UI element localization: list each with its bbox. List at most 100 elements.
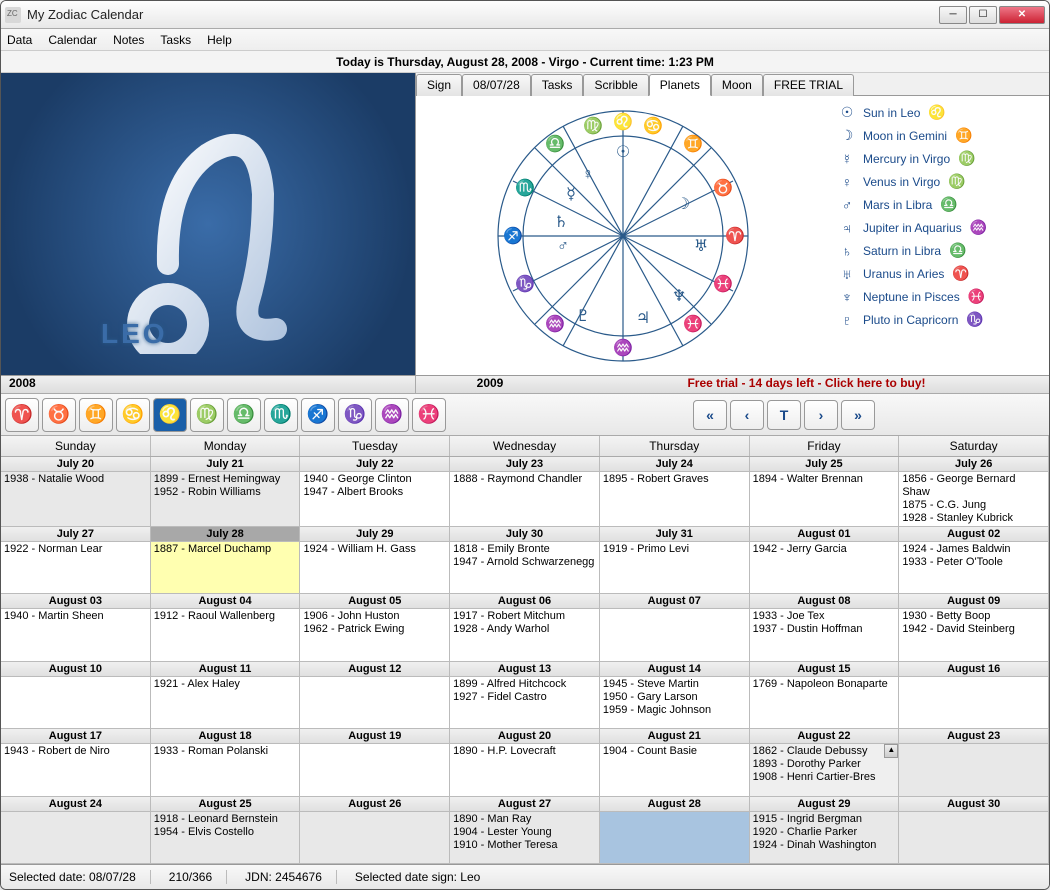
day-cell[interactable]: August 011942 - Jerry Garcia [750,527,900,594]
event-item: 1921 - Alex Haley [154,678,297,691]
day-cell[interactable]: August 271890 - Man Ray1904 - Lester You… [450,797,600,864]
day-cell[interactable]: August 26 [300,797,450,864]
day-cell[interactable]: August 28 [600,797,750,864]
year-left[interactable]: 2008 [1,376,416,393]
day-cell[interactable]: August 07 [600,594,750,661]
day-cell[interactable]: August 201890 - H.P. Lovecraft [450,729,600,796]
day-cell[interactable]: July 291924 - William H. Gass [300,527,450,594]
zodiac-button-7[interactable]: ♏ [264,398,298,432]
menu-notes[interactable]: Notes [113,33,144,47]
day-cell[interactable]: August 131899 - Alfred Hitchcock1927 - F… [450,662,600,729]
day-cell[interactable]: August 091930 - Betty Boop1942 - David S… [899,594,1049,661]
planet-row: ♄Saturn in Libra♎ [839,242,1039,259]
day-cell[interactable]: July 211899 - Ernest Hemingway1952 - Rob… [151,457,301,527]
tab-080728[interactable]: 08/07/28 [462,74,531,96]
day-cell[interactable]: August 151769 - Napoleon Bonaparte [750,662,900,729]
day-cell[interactable]: August 12 [300,662,450,729]
zodiac-button-10[interactable]: ♒ [375,398,409,432]
menu-data[interactable]: Data [7,33,32,47]
year-right[interactable]: 2009 [416,376,564,393]
day-cell[interactable]: August 051906 - John Huston1962 - Patric… [300,594,450,661]
day-header: Friday [750,436,900,456]
zodiac-button-4[interactable]: ♌ [153,398,187,432]
menu-calendar[interactable]: Calendar [48,33,97,47]
nav-today-button[interactable]: T [767,400,801,430]
event-item: 1890 - Man Ray [453,813,596,826]
events: 1917 - Robert Mitchum1928 - Andy Warhol [450,609,599,660]
day-cell[interactable]: August 061917 - Robert Mitchum1928 - And… [450,594,600,661]
zodiac-button-9[interactable]: ♑ [338,398,372,432]
tab-scribble[interactable]: Scribble [583,74,648,96]
day-cell[interactable]: August 021924 - James Baldwin1933 - Pete… [899,527,1049,594]
day-cell[interactable]: August 291915 - Ingrid Bergman1920 - Cha… [750,797,900,864]
tab-freetrial[interactable]: FREE TRIAL [763,74,854,96]
day-cell[interactable]: July 201938 - Natalie Wood [1,457,151,527]
svg-text:♒: ♒ [545,314,565,333]
status-day-of-year: 210/366 [169,870,227,884]
nav-last-button[interactable]: » [841,400,875,430]
scroll-up-icon[interactable]: ▲ [884,744,898,758]
tab-sign[interactable]: Sign [416,74,462,96]
day-cell[interactable]: August 19 [300,729,450,796]
day-cell[interactable]: July 231888 - Raymond Chandler [450,457,600,527]
calendar-grid: July 201938 - Natalie WoodJuly 211899 - … [1,457,1049,865]
nav-next-button[interactable]: › [804,400,838,430]
day-cell[interactable]: August 10 [1,662,151,729]
zodiac-button-5[interactable]: ♍ [190,398,224,432]
events: 1930 - Betty Boop1942 - David Steinberg [899,609,1048,660]
event-item: 1937 - Dustin Hoffman [753,623,896,636]
day-cell[interactable]: August 16 [899,662,1049,729]
day-cell[interactable]: August 041912 - Raoul Wallenberg [151,594,301,661]
titlebar[interactable]: My Zodiac Calendar ─ ☐ ✕ [1,1,1049,29]
zodiac-button-0[interactable]: ♈ [5,398,39,432]
day-cell[interactable]: August 221862 - Claude Debussy1893 - Dor… [750,729,900,796]
zodiac-button-11[interactable]: ♓ [412,398,446,432]
day-cell[interactable]: July 261856 - George Bernard Shaw1875 - … [899,457,1049,527]
zodiac-button-3[interactable]: ♋ [116,398,150,432]
day-cell[interactable]: July 221940 - George Clinton1947 - Alber… [300,457,450,527]
events: 1818 - Emily Bronte1947 - Arnold Schwarz… [450,542,599,593]
zodiac-button-8[interactable]: ♐ [301,398,335,432]
event-item: 1917 - Robert Mitchum [453,610,596,623]
zodiac-button-6[interactable]: ♎ [227,398,261,432]
close-button[interactable]: ✕ [999,6,1045,24]
date-title: August 25 [151,797,300,812]
day-cell[interactable]: August 171943 - Robert de Niro [1,729,151,796]
nav-first-button[interactable]: « [693,400,727,430]
day-cell[interactable]: July 281887 - Marcel Duchamp [151,527,301,594]
zodiac-button-2[interactable]: ♊ [79,398,113,432]
day-cell[interactable]: August 031940 - Martin Sheen [1,594,151,661]
day-cell[interactable]: July 251894 - Walter Brennan [750,457,900,527]
menu-help[interactable]: Help [207,33,232,47]
events: 1921 - Alex Haley [151,677,300,728]
day-cell[interactable]: August 30 [899,797,1049,864]
day-cell[interactable]: July 301818 - Emily Bronte1947 - Arnold … [450,527,600,594]
zodiac-button-1[interactable]: ♉ [42,398,76,432]
minimize-button[interactable]: ─ [939,6,967,24]
tab-moon[interactable]: Moon [711,74,763,96]
day-cell[interactable]: August 111921 - Alex Haley [151,662,301,729]
today-bar: Today is Thursday, August 28, 2008 - Vir… [1,51,1049,73]
day-cell[interactable]: August 181933 - Roman Polanski [151,729,301,796]
day-cell[interactable]: August 23 [899,729,1049,796]
event-item: 1893 - Dorothy Parker [753,758,896,771]
menu-tasks[interactable]: Tasks [160,33,191,47]
trial-link[interactable]: Free trial - 14 days left - Click here t… [564,376,1049,393]
planet-row: ☉Sun in Leo♌ [839,104,1039,121]
day-cell[interactable]: August 081933 - Joe Tex1937 - Dustin Hof… [750,594,900,661]
day-cell[interactable]: August 251918 - Leonard Bernstein1954 - … [151,797,301,864]
day-cell[interactable]: July 311919 - Primo Levi [600,527,750,594]
tab-tasks[interactable]: Tasks [531,74,584,96]
svg-text:♈: ♈ [725,226,745,245]
day-cell[interactable]: July 271922 - Norman Lear [1,527,151,594]
day-cell[interactable]: August 141945 - Steve Martin1950 - Gary … [600,662,750,729]
date-title: August 14 [600,662,749,677]
day-cell[interactable]: August 211904 - Count Basie [600,729,750,796]
planet-glyph-icon: ♄ [839,243,855,259]
day-cell[interactable]: August 24 [1,797,151,864]
tab-planets[interactable]: Planets [649,74,711,96]
day-cell[interactable]: July 241895 - Robert Graves [600,457,750,527]
day-header: Thursday [600,436,750,456]
maximize-button[interactable]: ☐ [969,6,997,24]
nav-prev-button[interactable]: ‹ [730,400,764,430]
